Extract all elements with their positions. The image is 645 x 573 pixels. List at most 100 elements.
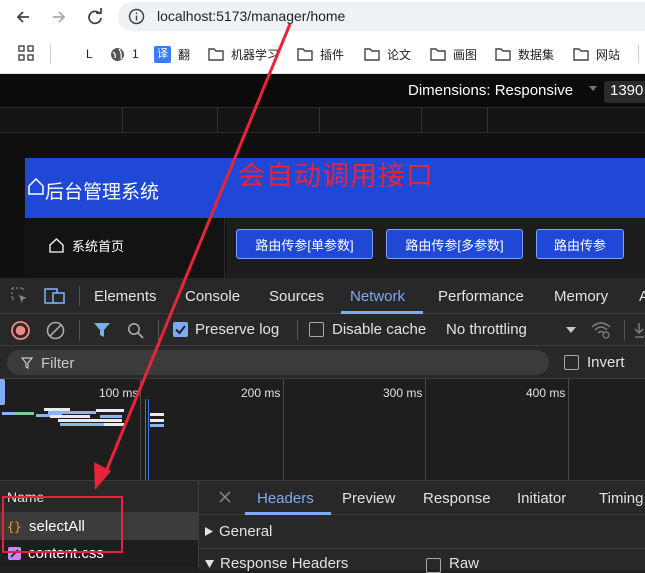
caret-down-icon [566, 327, 576, 333]
throttling-select[interactable]: No throttling [446, 321, 527, 338]
tab-performance[interactable]: Performance [438, 288, 524, 305]
route-param-button[interactable]: 路由传参 [536, 229, 624, 259]
waterfall-bar [48, 411, 96, 414]
request-row-selectall[interactable]: {} selectAll [0, 513, 199, 540]
toolbar-divider [79, 320, 80, 340]
filter-input[interactable] [41, 353, 541, 373]
devtools-tab-bar: Elements Console Sources Network Perform… [0, 278, 645, 314]
back-button[interactable] [12, 6, 34, 28]
apps-grid-icon[interactable] [18, 45, 34, 61]
xhr-icon: {} [7, 520, 21, 534]
network-conditions-icon[interactable] [591, 321, 611, 339]
waterfall-bar [14, 412, 34, 415]
bookmark-folder[interactable]: 画图 [430, 45, 477, 63]
route-param-single-button[interactable]: 路由传参[单参数] [236, 229, 373, 259]
section-response-headers[interactable]: Response Headers [205, 555, 348, 572]
bookmarks-divider [638, 45, 639, 63]
toolbar-divider [158, 320, 159, 340]
import-icon[interactable] [634, 322, 645, 339]
triangle-down-icon [205, 559, 214, 568]
tab-response[interactable]: Response [423, 490, 491, 507]
disable-cache-checkbox[interactable] [309, 322, 324, 337]
bookmark-folder[interactable]: 机器学习 [208, 45, 279, 63]
bookmark-item[interactable]: L [86, 45, 93, 63]
route-param-multi-button[interactable]: 路由传参[多参数] [386, 229, 523, 259]
filter-box [7, 350, 549, 375]
tab-console[interactable]: Console [185, 288, 240, 305]
toolbar-divider [297, 320, 298, 340]
bookmark-folder[interactable]: 论文 [364, 45, 411, 63]
disable-cache-label: Disable cache [332, 321, 427, 338]
raw-checkbox[interactable] [426, 558, 441, 573]
bookmark-folder[interactable]: 插件 [297, 45, 344, 63]
tab-divider [79, 286, 80, 306]
waterfall-bar [100, 415, 122, 418]
browser-address-bar: localhost:5173/manager/home [0, 0, 645, 33]
tab-more[interactable]: A [639, 288, 645, 305]
site-info-icon[interactable] [128, 8, 145, 25]
record-stop-icon[interactable] [11, 321, 30, 340]
network-overview: 100 ms 200 ms 300 ms 400 ms [0, 379, 645, 481]
request-name: selectAll [29, 518, 85, 535]
invert-checkbox[interactable] [564, 355, 579, 370]
folder-icon [573, 48, 589, 61]
time-label: 300 ms [383, 386, 423, 400]
reload-icon [88, 8, 102, 25]
sidebar-item-home[interactable]: 系统首页 [49, 236, 124, 255]
preserve-log-checkbox[interactable] [173, 322, 188, 337]
bookmark-folder[interactable]: 网站 [573, 45, 620, 63]
home-icon [49, 238, 64, 253]
tab-network[interactable]: Network [350, 288, 405, 305]
check-icon [175, 325, 186, 335]
waterfall-bar [60, 423, 104, 426]
tab-memory[interactable]: Memory [554, 288, 608, 305]
request-detail-body: General Response Headers Raw [199, 515, 645, 573]
folder-icon [297, 48, 313, 61]
waterfall-bar [150, 419, 164, 422]
filter-icon [21, 357, 33, 369]
url-text[interactable]: localhost:5173/manager/home [157, 8, 345, 24]
waterfall-bar [58, 419, 96, 422]
device-toolbar: Dimensions: Responsive 1390 [0, 74, 645, 107]
tab-initiator[interactable]: Initiator [517, 490, 566, 507]
tab-headers[interactable]: Headers [257, 490, 314, 507]
app-sidebar: 系统首页 [25, 218, 225, 278]
waterfall-bar [50, 415, 90, 418]
waterfall-bar [96, 409, 124, 412]
close-icon[interactable] [219, 491, 231, 503]
section-label: General [219, 523, 273, 540]
search-icon[interactable] [127, 322, 144, 339]
sidebar-item-label: 系统首页 [72, 239, 125, 254]
timeline-handle-left[interactable] [0, 379, 5, 405]
globe-icon [111, 47, 124, 61]
inspect-element-icon[interactable] [11, 287, 29, 305]
waterfall-marker [148, 399, 149, 480]
annotation-text: 会自动调用接口 [238, 161, 434, 191]
tab-elements[interactable]: Elements [94, 288, 157, 305]
dimensions-dropdown[interactable]: Dimensions: Responsive [408, 82, 573, 99]
grid-line [568, 379, 569, 480]
device-toggle-icon[interactable] [44, 287, 66, 305]
grid-line [425, 379, 426, 480]
section-general[interactable]: General [205, 523, 272, 540]
bookmark-item[interactable]: 1 [110, 45, 139, 63]
request-detail-tabs: Headers Preview Response Initiator Timin… [199, 481, 645, 515]
forward-button[interactable] [48, 6, 70, 28]
bookmark-folder[interactable]: 数据集 [495, 45, 554, 63]
tab-sources[interactable]: Sources [269, 288, 324, 305]
filter-funnel-icon[interactable] [93, 322, 111, 339]
tab-preview[interactable]: Preview [342, 490, 395, 507]
request-row-content-css[interactable]: content.css [0, 540, 199, 567]
width-input[interactable]: 1390 [604, 81, 645, 103]
omnibox[interactable]: localhost:5173/manager/home [118, 2, 645, 31]
bookmark-item[interactable]: 译 翻 [154, 45, 190, 63]
ruler-tick [487, 108, 488, 133]
reload-button[interactable] [84, 6, 106, 28]
time-label: 200 ms [241, 386, 281, 400]
clear-icon[interactable] [46, 321, 65, 340]
folder-icon [364, 48, 380, 61]
name-column-header[interactable]: Name [0, 481, 199, 513]
ruler-tick [421, 108, 422, 133]
svg-text:{}: {} [7, 520, 21, 534]
tab-timing[interactable]: Timing [599, 490, 643, 507]
